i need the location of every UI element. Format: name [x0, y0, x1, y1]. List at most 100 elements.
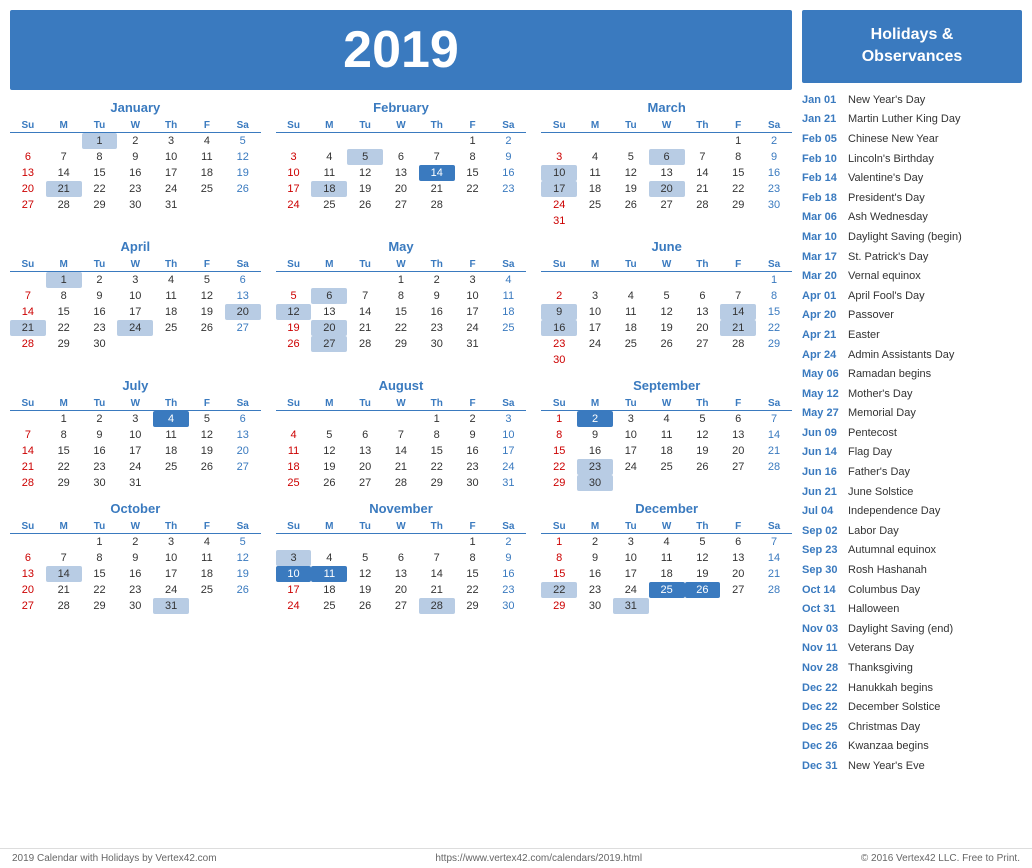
day-cell: 19	[347, 582, 383, 598]
day-cell: 8	[455, 550, 491, 566]
holiday-date: Apr 24	[802, 347, 842, 365]
holiday-item: Feb 10Lincoln's Birthday	[802, 150, 1022, 170]
day-cell: 30	[117, 598, 153, 614]
day-cell: 31	[613, 598, 649, 614]
day-cell: 2	[82, 272, 118, 289]
day-header: F	[720, 258, 756, 272]
holiday-name: Hanukkah begins	[848, 680, 933, 698]
holiday-date: Feb 14	[802, 170, 842, 188]
empty-cell	[613, 133, 649, 150]
cal-table: SuMTuWThFSa12345678910111213141516171819…	[541, 520, 792, 614]
day-cell: 29	[46, 336, 82, 352]
day-cell: 19	[189, 443, 225, 459]
holiday-name: Chinese New Year	[848, 131, 939, 149]
day-cell: 30	[577, 475, 613, 491]
day-cell: 25	[311, 197, 347, 213]
day-cell: 23	[577, 459, 613, 475]
day-header: F	[455, 397, 491, 411]
day-cell: 14	[419, 165, 455, 181]
day-cell: 19	[613, 181, 649, 197]
holiday-name: St. Patrick's Day	[848, 249, 928, 267]
empty-cell	[383, 534, 419, 551]
day-cell: 15	[455, 165, 491, 181]
day-cell: 12	[225, 149, 261, 165]
day-cell: 23	[117, 582, 153, 598]
day-cell: 10	[153, 550, 189, 566]
holiday-date: Nov 11	[802, 640, 842, 658]
day-cell: 4	[276, 427, 312, 443]
month-block-february: FebruarySuMTuWThFSa123456789101112131415…	[276, 100, 527, 229]
day-cell: 22	[383, 320, 419, 336]
holiday-item: Jun 21June Solstice	[802, 483, 1022, 503]
holiday-date: Dec 25	[802, 719, 842, 737]
day-cell: 13	[720, 550, 756, 566]
day-cell: 10	[276, 165, 312, 181]
day-cell: 24	[153, 181, 189, 197]
day-cell: 25	[311, 598, 347, 614]
holiday-date: May 06	[802, 366, 842, 384]
empty-cell	[10, 133, 46, 150]
day-cell: 24	[117, 320, 153, 336]
day-cell: 20	[685, 320, 721, 336]
day-cell: 19	[276, 320, 312, 336]
day-header: M	[577, 119, 613, 133]
day-cell: 11	[649, 427, 685, 443]
day-cell: 7	[347, 288, 383, 304]
day-cell: 24	[490, 459, 526, 475]
holiday-name: Ramadan begins	[848, 366, 931, 384]
day-header: Tu	[82, 520, 118, 534]
day-cell: 14	[46, 566, 82, 582]
empty-cell	[189, 197, 225, 213]
holiday-item: Apr 01April Fool's Day	[802, 287, 1022, 307]
day-cell: 6	[383, 149, 419, 165]
day-cell: 31	[455, 336, 491, 352]
day-cell: 12	[189, 427, 225, 443]
day-cell: 1	[82, 133, 118, 150]
holiday-name: Father's Day	[848, 464, 910, 482]
cal-table: SuMTuWThFSa12345678910111213141516171819…	[276, 258, 527, 352]
holiday-date: Jan 01	[802, 92, 842, 110]
holiday-date: Nov 28	[802, 660, 842, 678]
day-cell: 17	[577, 320, 613, 336]
holiday-name: Easter	[848, 327, 880, 345]
day-cell: 9	[117, 149, 153, 165]
day-cell: 28	[419, 598, 455, 614]
day-cell: 26	[311, 475, 347, 491]
empty-cell	[189, 598, 225, 614]
day-cell: 23	[577, 582, 613, 598]
day-cell: 27	[383, 197, 419, 213]
day-cell: 6	[347, 427, 383, 443]
day-header: Th	[419, 258, 455, 272]
day-header: Sa	[490, 397, 526, 411]
month-title: June	[541, 239, 792, 254]
day-header: F	[455, 258, 491, 272]
day-cell: 6	[685, 288, 721, 304]
day-header: M	[46, 397, 82, 411]
day-cell: 10	[117, 288, 153, 304]
empty-cell	[490, 336, 526, 352]
holiday-item: Dec 31New Year's Eve	[802, 757, 1022, 777]
day-cell: 25	[613, 336, 649, 352]
day-cell: 28	[46, 598, 82, 614]
empty-cell	[649, 598, 685, 614]
day-cell: 29	[541, 475, 577, 491]
holiday-name: Vernal equinox	[848, 268, 921, 286]
day-cell: 19	[685, 566, 721, 582]
empty-cell	[311, 534, 347, 551]
day-cell: 4	[311, 550, 347, 566]
empty-cell	[685, 352, 721, 368]
holiday-date: Feb 18	[802, 190, 842, 208]
day-cell: 3	[613, 411, 649, 428]
empty-cell	[189, 336, 225, 352]
day-cell: 30	[117, 197, 153, 213]
holiday-item: Apr 24Admin Assistants Day	[802, 346, 1022, 366]
day-cell: 4	[613, 288, 649, 304]
day-cell: 16	[419, 304, 455, 320]
day-header: Su	[541, 119, 577, 133]
day-cell: 15	[419, 443, 455, 459]
holiday-item: Oct 31Halloween	[802, 600, 1022, 620]
day-cell: 16	[577, 566, 613, 582]
month-block-may: MaySuMTuWThFSa12345678910111213141516171…	[276, 239, 527, 368]
day-cell: 4	[490, 272, 526, 289]
empty-cell	[720, 272, 756, 289]
